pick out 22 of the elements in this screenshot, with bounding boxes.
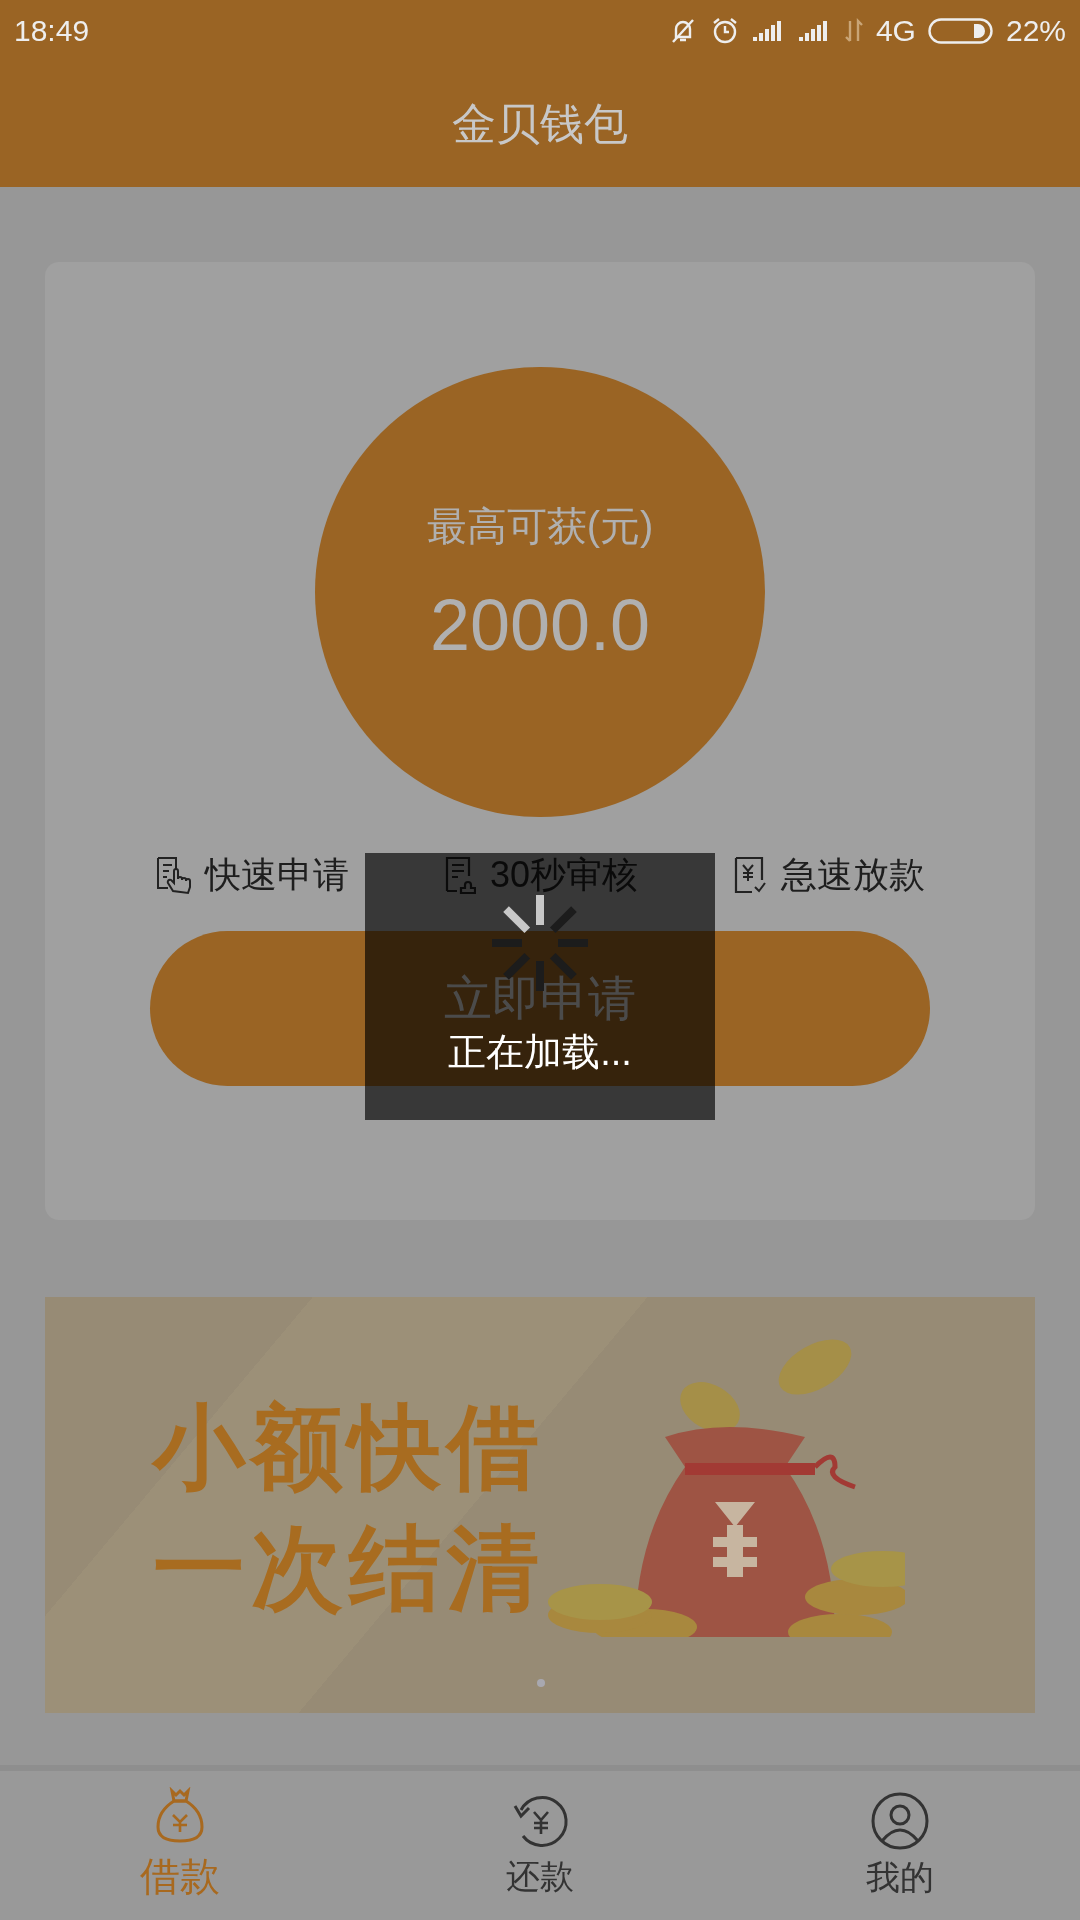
page-title: 金贝钱包 [452,98,628,150]
loading-text: 正在加载... [448,1030,632,1075]
hand-tap-icon [155,855,191,895]
status-time: 18:49 [14,14,90,48]
banner-slogan: 一次结清 [153,1518,545,1620]
battery-icon [927,17,994,45]
promo-banner[interactable]: 小额快借 一次结清 [45,1297,1035,1713]
feature-label: 快速申请 [205,852,349,897]
nav-tab[interactable]: 我的 [720,1771,1080,1920]
page-indicator-dot [537,1679,545,1687]
feature-label: 急速放款 [781,852,925,897]
quota-label: 最高可获(元) [426,502,654,550]
document-stamp-icon [443,855,476,895]
quota-amount: 2000.0 [429,583,651,666]
yen-document-icon [733,855,767,895]
money-bag-icon [155,1787,205,1845]
nav-tab[interactable]: 还款 [360,1771,720,1920]
battery-level: 22% [1005,14,1066,48]
nav-tab[interactable]: 借款 [0,1771,360,1920]
user-icon [870,1790,930,1851]
network-type: 4G [875,14,916,48]
banner-slogan: 小额快借 [153,1397,545,1499]
